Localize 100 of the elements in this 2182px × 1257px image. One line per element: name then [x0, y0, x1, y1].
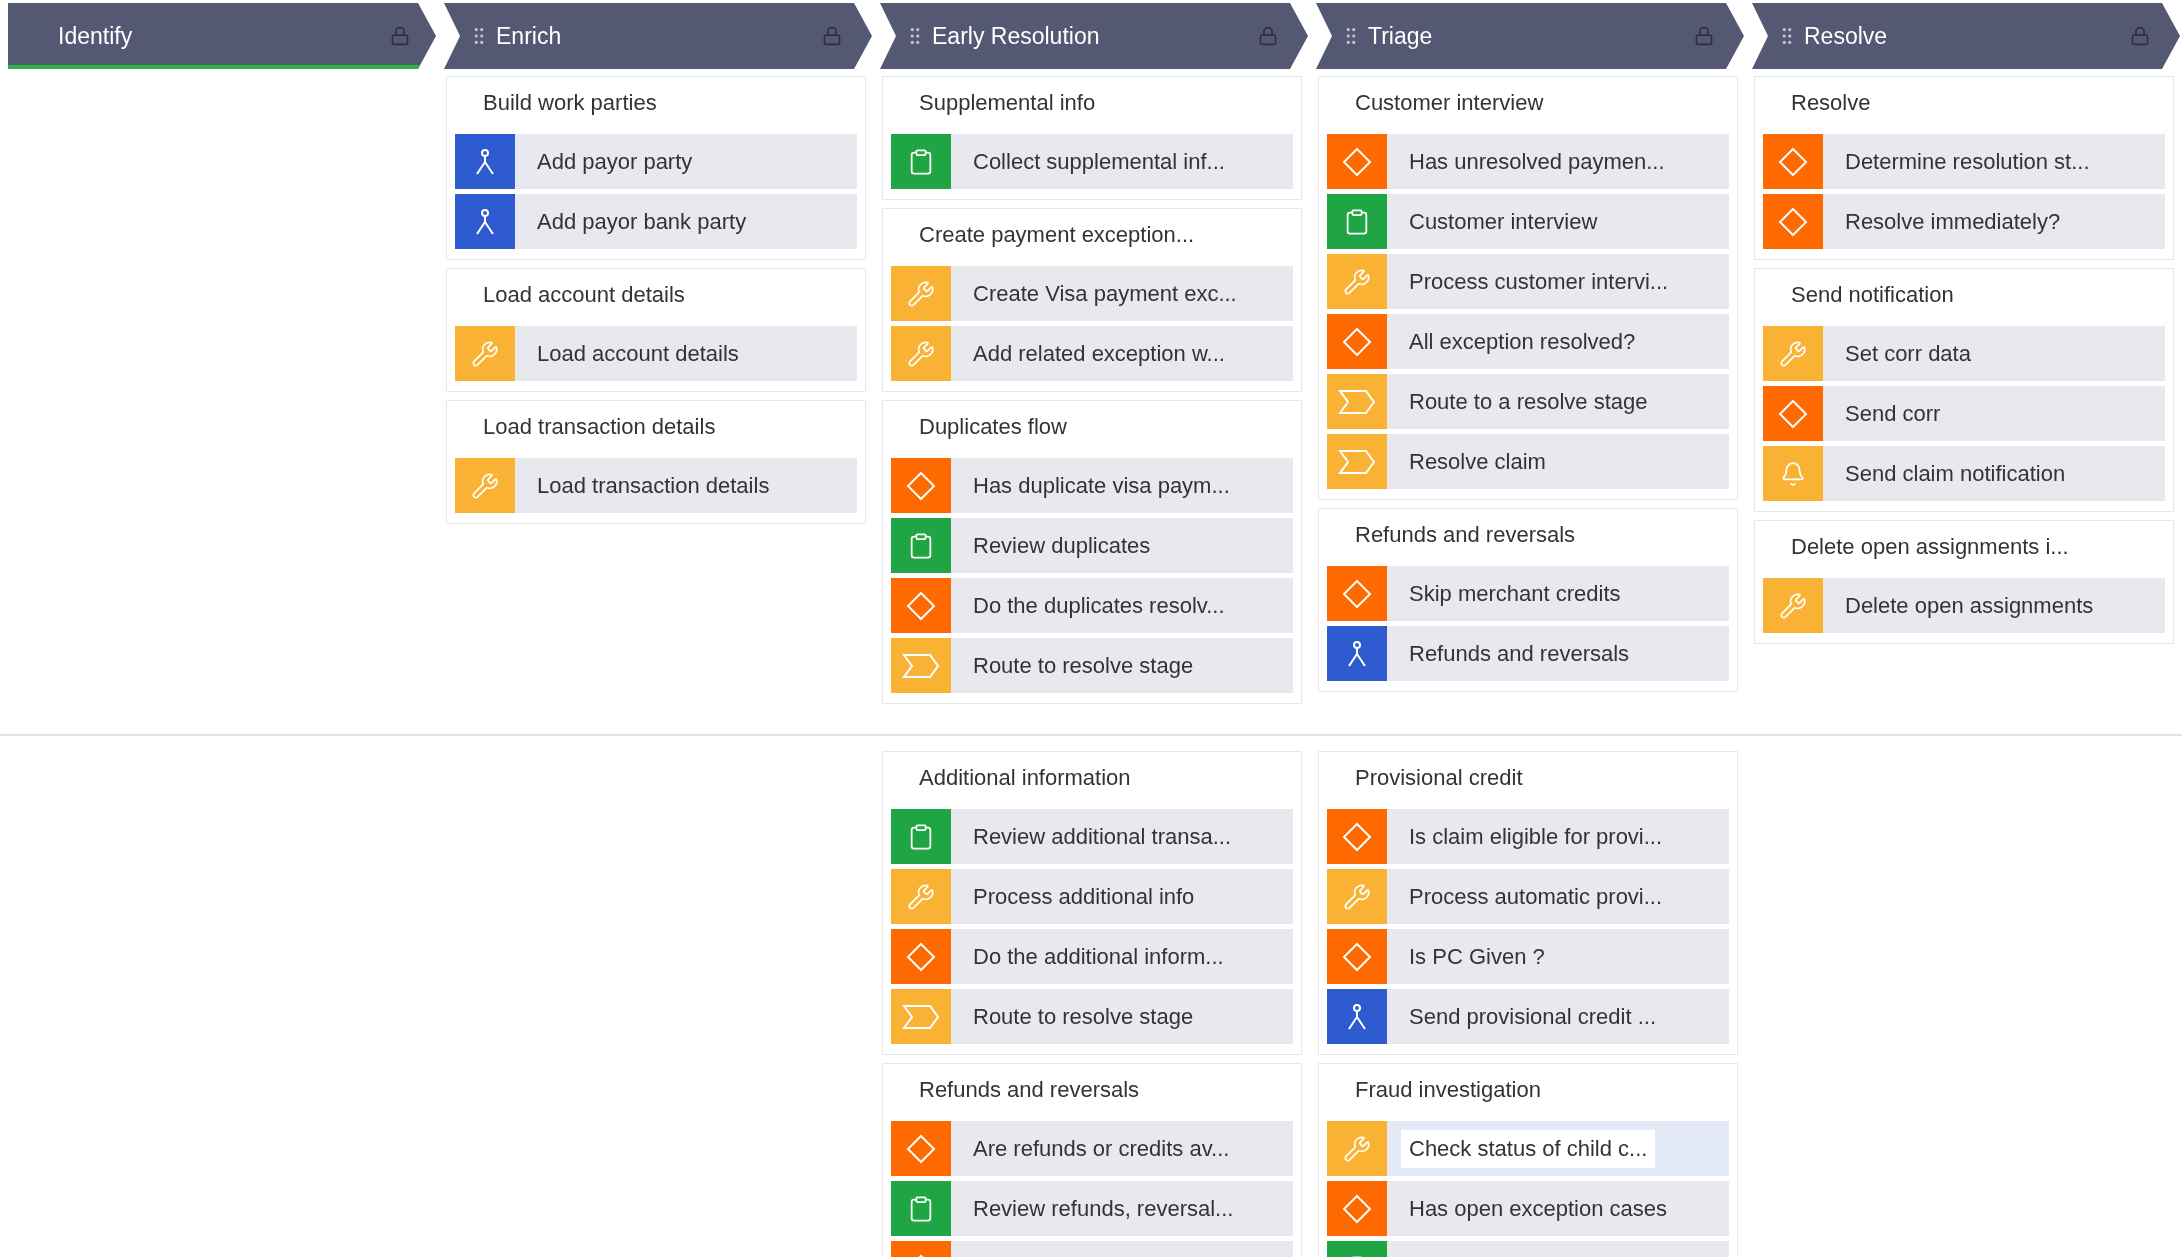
step-row[interactable]: Load account details	[455, 326, 857, 381]
step-label: Load account details	[537, 340, 739, 367]
wrench-icon	[907, 279, 935, 308]
step-label: Collect supplemental inf...	[973, 148, 1225, 175]
step-row[interactable]: Send corr	[1763, 386, 2165, 441]
diamond-icon	[906, 941, 936, 972]
step-row[interactable]: Collect supplemental inf...	[891, 134, 1293, 189]
step-label: Delete open assignments	[1845, 592, 2094, 619]
step-row[interactable]: All exception resolved?	[1327, 314, 1729, 369]
step-label: Process automatic provi...	[1409, 883, 1663, 910]
stage-tab[interactable]: Early Resolution	[880, 3, 1308, 69]
process-title[interactable]: Refunds and reversals	[1327, 509, 1729, 561]
lock-icon	[1694, 26, 1714, 46]
step-label: Review duplicates	[973, 532, 1151, 559]
process-title[interactable]: Load transaction details	[455, 401, 857, 453]
step-label: Add related exception w...	[973, 340, 1225, 367]
step-row[interactable]: Process customer intervi...	[1327, 254, 1729, 309]
stage-label: Early Resolution	[932, 22, 1101, 50]
step-row[interactable]: Has open exception cases	[1327, 1181, 1729, 1236]
diamond-icon	[906, 590, 936, 621]
process-title[interactable]: Provisional credit	[1327, 752, 1729, 804]
step-row[interactable]: Route to a resolve stage	[1327, 374, 1729, 429]
process-title[interactable]: Create payment exception...	[891, 209, 1293, 261]
process-title[interactable]: Supplemental info	[891, 77, 1293, 129]
process-title[interactable]: Resolve	[1763, 77, 2165, 129]
chevron-icon	[1338, 448, 1376, 475]
step-row[interactable]: Set corr data	[1763, 326, 2165, 381]
stage-tab[interactable]: Resolve	[1752, 3, 2180, 69]
step-row[interactable]: Process additional info	[891, 869, 1293, 924]
step-row[interactable]: Process automatic provi...	[1327, 869, 1729, 924]
step-label: Is claim eligible for provi...	[1409, 823, 1663, 850]
step-label: Are refunds or credits av...	[973, 1135, 1230, 1162]
step-row[interactable]: Do the additional inform...	[891, 929, 1293, 984]
step-row[interactable]: Is claim eligible for provi...	[1327, 809, 1729, 864]
step-row[interactable]: Review duplicates	[891, 518, 1293, 573]
step-row[interactable]: Check status of child c...	[1327, 1121, 1729, 1176]
step-row[interactable]: Add payor bank party	[455, 194, 857, 249]
step-row[interactable]: Delete open assignments	[1763, 578, 2165, 633]
diamond-icon	[906, 470, 936, 501]
diamond-icon	[1778, 146, 1808, 177]
step-label: Set corr data	[1845, 340, 1971, 367]
process-title[interactable]: Customer interview	[1327, 77, 1729, 129]
step-label: Send provisional credit ...	[1409, 1003, 1657, 1030]
step-row[interactable]: Route to resolve stage	[891, 989, 1293, 1044]
wrench-icon	[471, 471, 499, 500]
lock-icon	[1258, 26, 1278, 46]
step-row[interactable]: Has duplicate visa paym...	[891, 458, 1293, 513]
diamond-icon	[1342, 326, 1372, 357]
step-row[interactable]: Skip merchant credits	[1327, 566, 1729, 621]
step-row[interactable]: Do the duplicates resolv...	[891, 578, 1293, 633]
step-label: Check status of child c...	[1401, 1129, 1656, 1168]
stage-tab[interactable]: Enrich	[444, 3, 872, 69]
process-title[interactable]: Additional information	[891, 752, 1293, 804]
step-label: Send claim notification	[1845, 460, 2066, 487]
step-label: Review additional transa...	[973, 823, 1232, 850]
step-label: Do the duplicates resolv...	[973, 592, 1225, 619]
step-row[interactable]: Send provisional credit ...	[1327, 989, 1729, 1044]
step-label: Add payor bank party	[537, 208, 747, 235]
process-title[interactable]: Send notification	[1763, 269, 2165, 321]
step-row[interactable]: Determine resolution st...	[1763, 134, 2165, 189]
step-label: Is PC Given ?	[1409, 943, 1545, 970]
step-row[interactable]: Customer interview	[1327, 194, 1729, 249]
step-label: Skip merchant credits	[1409, 580, 1621, 607]
step-label: Do the additional inform...	[973, 943, 1224, 970]
step-row[interactable]: Add related exception w...	[891, 326, 1293, 381]
step-label: Create Visa payment exc...	[973, 280, 1237, 307]
step-label: Route to a resolve stage	[1409, 388, 1648, 415]
diamond-icon	[906, 1133, 936, 1164]
process-title[interactable]: Delete open assignments i...	[1763, 521, 2165, 573]
step-label: Process customer intervi...	[1409, 268, 1669, 295]
process-title[interactable]: Load account details	[455, 269, 857, 321]
step-row[interactable]: Refunds and reversals	[1327, 626, 1729, 681]
step-row[interactable]: Add payor party	[455, 134, 857, 189]
step-row[interactable]: Load transaction details	[455, 458, 857, 513]
process-title[interactable]: Duplicates flow	[891, 401, 1293, 453]
step-row[interactable]: Are refunds or credits av...	[891, 1121, 1293, 1176]
step-label: Has unresolved paymen...	[1409, 148, 1665, 175]
step-row[interactable]: Resolve immediately?	[1763, 194, 2165, 249]
process-title[interactable]: Refunds and reversals	[891, 1064, 1293, 1116]
wrench-icon	[1343, 267, 1371, 296]
process-title[interactable]: Fraud investigation	[1327, 1064, 1729, 1116]
wrench-icon	[1343, 1134, 1371, 1163]
process-title[interactable]: Build work parties	[455, 77, 857, 129]
step-row[interactable]: Review additional transa...	[891, 809, 1293, 864]
stage-label: Enrich	[496, 22, 563, 50]
step-row[interactable]: Is PC Given ?	[1327, 929, 1729, 984]
step-row[interactable]: Create Visa payment exc...	[891, 266, 1293, 321]
step-row[interactable]: Send claim notification	[1763, 446, 2165, 501]
step-label: Customer interview	[1409, 208, 1598, 235]
stage-label: Identify	[58, 22, 134, 50]
step-row[interactable]: Review refunds, reversal...	[891, 1181, 1293, 1236]
stage-tab[interactable]: Triage	[1316, 3, 1744, 69]
step-label: Send corr	[1845, 400, 1941, 427]
step-row[interactable]: Has unresolved paymen...	[1327, 134, 1729, 189]
stage-tab[interactable]: Identify	[8, 3, 436, 69]
step-label: Add payor party	[537, 148, 693, 175]
stage-label: Triage	[1368, 22, 1434, 50]
step-label: Has open exception cases	[1409, 1195, 1668, 1222]
step-row[interactable]: Resolve claim	[1327, 434, 1729, 489]
step-row[interactable]: Route to resolve stage	[891, 638, 1293, 693]
